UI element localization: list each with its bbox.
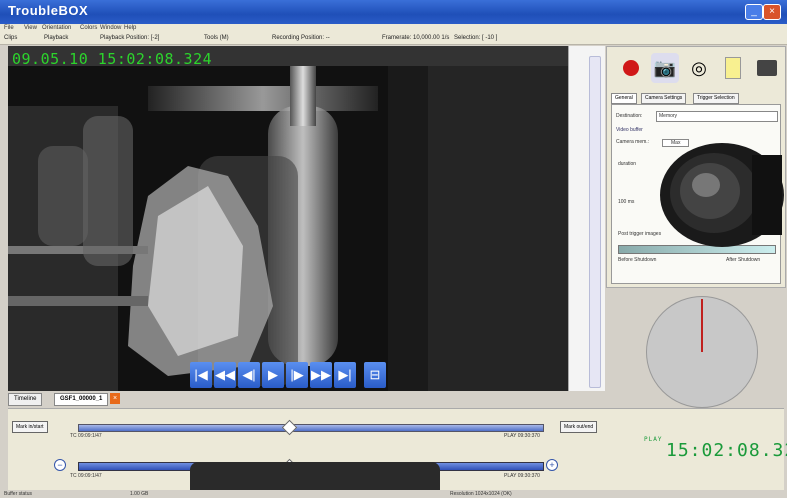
mark-in-button[interactable]: Mark in/start: [12, 421, 48, 433]
tab-clip[interactable]: GSF1_00000_1: [54, 393, 109, 406]
camera-lens-image: [660, 143, 784, 247]
info-playback-position: Playback Position: [-2]: [100, 35, 160, 41]
camera-icon[interactable]: 📷: [651, 53, 679, 83]
range-slider[interactable]: [78, 424, 544, 432]
info-playback[interactable]: Playback: [44, 35, 68, 41]
gauge-needle: [701, 299, 703, 352]
mark-out-button[interactable]: Mark out/end: [560, 421, 598, 433]
tab-camera-settings[interactable]: Camera Settings: [641, 93, 687, 104]
panel-toolbar: 📷 ◎: [617, 53, 781, 89]
tab-general[interactable]: General: [611, 93, 637, 104]
scroll-thumb[interactable]: [589, 56, 601, 388]
video-frame: [8, 46, 568, 391]
menu-window[interactable]: Window: [100, 25, 121, 31]
timecode-overlay: 09.05.10 15:02:08.324: [12, 50, 213, 68]
close-window-button[interactable]: ×: [763, 4, 781, 20]
clock-label: PLAY: [644, 436, 663, 443]
camera-mem-label: Camera mem.:: [616, 139, 650, 145]
minimize-button[interactable]: _: [745, 4, 763, 20]
destination-select[interactable]: Memory: [656, 111, 778, 122]
menu-view[interactable]: View: [24, 25, 37, 31]
tab-timeline[interactable]: Timeline: [8, 393, 43, 406]
info-framerate: Framerate: 10,000.00 1/s: [382, 35, 450, 41]
before-shutdown-label: Before Shutdown: [618, 257, 657, 263]
video-viewport[interactable]: 09.05.10 15:02:08.324: [8, 46, 568, 391]
info-clips[interactable]: Clips: [4, 35, 17, 41]
save-clip-button[interactable]: ⊟: [364, 362, 386, 388]
status-size: 1.00 GB: [130, 491, 149, 497]
title-bar: TroubleBOX _ ×: [0, 0, 787, 24]
playback-controls: |◀ ◀◀ ◀| ▶ |▶ ▶▶ ▶| ⊟: [190, 362, 386, 390]
step-forward-button[interactable]: |▶: [286, 362, 308, 388]
status-buffer: Buffer status: [4, 491, 32, 497]
playback-start-label: TC 09:09:1/47: [70, 473, 102, 479]
info-recording-position: Recording Position: --: [272, 35, 330, 41]
duration-value: 100 ms: [618, 199, 635, 205]
fast-forward-button[interactable]: ▶▶: [310, 362, 332, 388]
step-back-button[interactable]: ◀|: [238, 362, 260, 388]
section-title: Video buffer: [616, 127, 643, 133]
menu-orientation[interactable]: Orientation: [42, 25, 71, 31]
menu-colors[interactable]: Colors: [80, 25, 97, 31]
window-title: TroubleBOX: [8, 3, 89, 18]
printer-icon[interactable]: [753, 53, 781, 83]
first-frame-button[interactable]: |◀: [190, 362, 212, 388]
range-slider-knob[interactable]: [281, 419, 298, 436]
range-end-label: PLAY 09:30:370: [504, 433, 540, 439]
menu-help[interactable]: Help: [124, 25, 136, 31]
buffer-pie-gauge: [646, 296, 758, 408]
record-icon[interactable]: [617, 53, 645, 83]
menu-bar: File View Orientation Colors Window Help: [0, 24, 787, 34]
clock-time: 15:02:08.324: [666, 440, 787, 461]
play-button[interactable]: ▶: [262, 362, 284, 388]
close-tab-icon[interactable]: ×: [110, 393, 120, 404]
menu-file[interactable]: File: [4, 25, 14, 31]
destination-label: Destination:: [616, 113, 643, 119]
tab-trigger-selection[interactable]: Trigger Selection: [693, 93, 739, 104]
status-bar: Buffer status 1.00 GB Resolution 1024x10…: [0, 490, 787, 498]
duration-label: duration: [618, 161, 637, 167]
playback-clock: PLAY 15:02:08.324: [644, 436, 787, 461]
document-icon[interactable]: [719, 53, 747, 83]
zoom-out-icon[interactable]: −: [54, 459, 66, 471]
info-selection: Selection: [ -10 ]: [454, 35, 498, 41]
fast-rewind-button[interactable]: ◀◀: [214, 362, 236, 388]
info-bar: Clips Playback Playback Position: [-2] T…: [0, 34, 787, 45]
video-scrollbar[interactable]: [568, 46, 605, 391]
status-resolution: Resolution 1024x1024 (OK): [450, 491, 512, 497]
zoom-in-icon[interactable]: +: [546, 459, 558, 471]
disc-icon[interactable]: ◎: [685, 53, 713, 83]
after-shutdown-label: After Shutdown: [726, 257, 761, 263]
playback-end-label: PLAY 09:30:370: [504, 473, 540, 479]
range-start-label: TC 09:09:1/47: [70, 433, 102, 439]
last-frame-button[interactable]: ▶|: [334, 362, 356, 388]
info-tools[interactable]: Tools (M): [204, 35, 229, 41]
